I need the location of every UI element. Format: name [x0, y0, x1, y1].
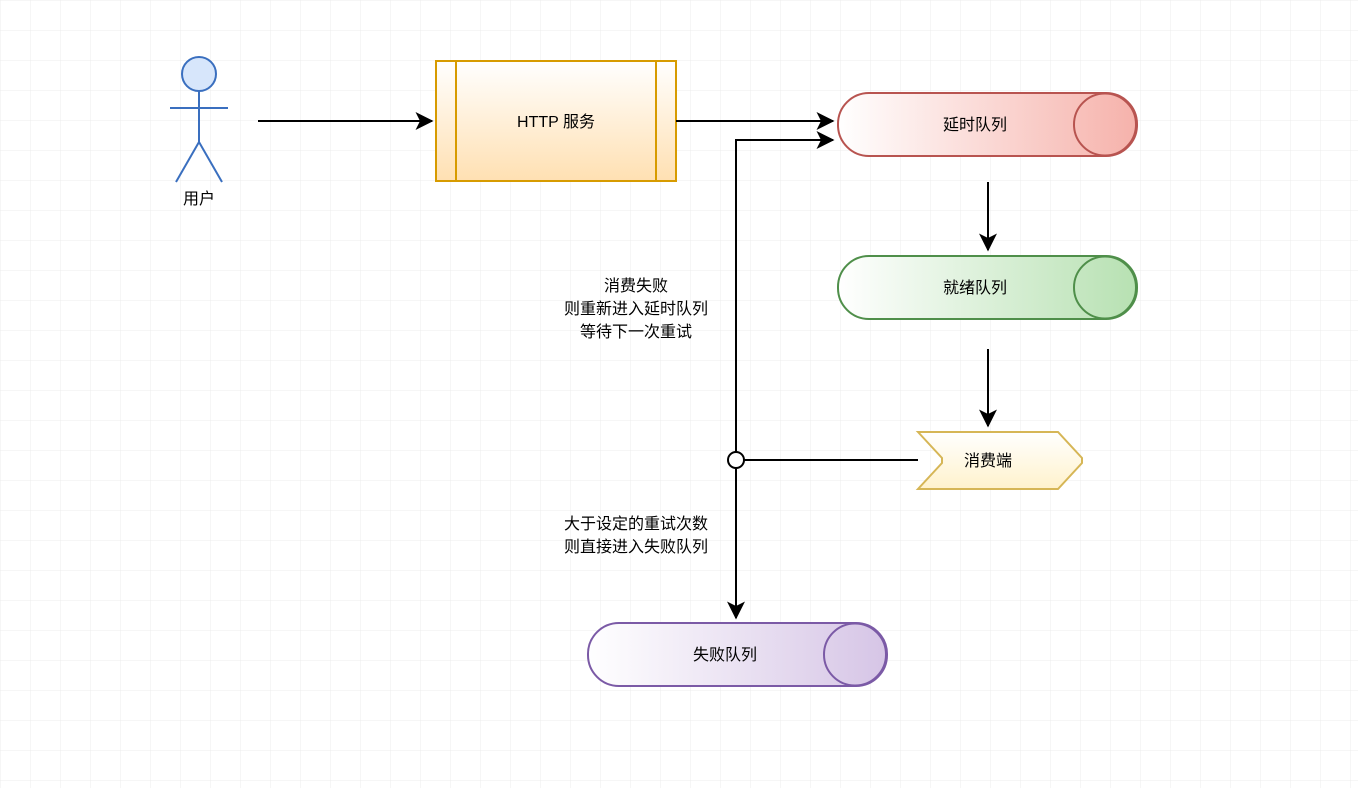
node-fail-queue: 失败队列	[588, 623, 887, 686]
node-consumer: 消费端	[918, 432, 1082, 489]
annotation-fail-line1: 大于设定的重试次数	[564, 515, 708, 533]
node-delay-queue: 延时队列	[838, 93, 1137, 156]
branch-point-icon	[728, 452, 744, 468]
node-ready-queue: 就绪队列	[838, 256, 1137, 319]
annotation-retry-line2: 则重新进入延时队列	[564, 300, 708, 318]
node-http-service: HTTP 服务	[436, 61, 676, 181]
fail-queue-label: 失败队列	[693, 646, 757, 664]
actor-label: 用户	[183, 190, 215, 208]
ready-queue-label: 就绪队列	[943, 279, 1007, 297]
annotation-retry-line3: 等待下一次重试	[580, 323, 692, 341]
diagram-canvas: 用户 HTTP 服务 延时队列 就绪队列 消费端 失败队列	[0, 0, 1358, 788]
annotation-retry-line1: 消费失败	[604, 277, 668, 295]
http-service-label: HTTP 服务	[517, 113, 595, 131]
annotation-fail-line2: 则直接进入失败队列	[564, 538, 708, 556]
delay-queue-label: 延时队列	[943, 116, 1007, 134]
actor-head-icon	[182, 57, 216, 91]
consumer-label: 消费端	[964, 452, 1012, 470]
